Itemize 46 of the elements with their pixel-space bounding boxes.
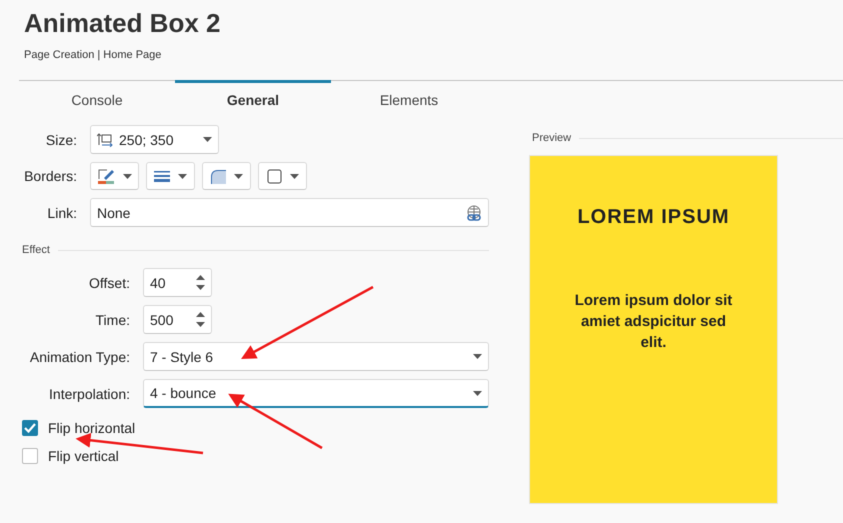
border-style-button[interactable] [146, 162, 195, 190]
caret-icon [473, 390, 482, 396]
field-label: Interpolation: [48, 386, 130, 402]
checkbox[interactable] [22, 420, 38, 436]
line-style-icon [154, 170, 170, 182]
square-icon [266, 168, 282, 184]
field-label: Link: [46, 204, 77, 220]
field-label: Time: [94, 312, 130, 328]
preview-text: Lorem ipsum dolor sit amiet adspicitur sed elit. [574, 291, 734, 353]
globe-link-icon [466, 204, 482, 220]
section-title: Effect [22, 244, 50, 256]
field-label: Borders: [23, 168, 77, 184]
caret-icon [473, 354, 482, 359]
spin-arrows-icon [196, 312, 205, 327]
page-title: Animated Box 2 [24, 8, 222, 38]
caret-icon [290, 174, 298, 178]
tab[interactable]: Elements [331, 80, 487, 117]
checkbox-label: Flip horizontal [48, 420, 136, 436]
resize-icon [97, 132, 113, 146]
caret-icon [122, 174, 132, 178]
checkbox-label: Flip vertical [48, 448, 119, 464]
section-title: Preview [532, 132, 572, 144]
link-field[interactable]: None [90, 198, 489, 227]
dropdown[interactable]: 4 - bounce [143, 379, 489, 408]
border-shadow-button[interactable] [258, 162, 307, 190]
dropdown[interactable]: 7 - Style 6 [143, 342, 489, 371]
tab[interactable]: General [175, 80, 331, 117]
field-label: Offset: [88, 274, 130, 290]
number-spinner[interactable]: 40 [143, 268, 212, 297]
spin-arrows-icon [196, 275, 205, 290]
rounded-corner-icon [210, 168, 226, 184]
caret-icon [234, 174, 242, 178]
border-radius-button[interactable] [202, 162, 251, 190]
breadcrumb: Page Creation | Home Page [24, 49, 162, 61]
check-icon [24, 423, 36, 433]
number-spinner[interactable]: 500 [143, 305, 212, 334]
field-label: Animation Type: [28, 348, 130, 364]
field-label: Size: [44, 132, 77, 148]
caret-icon [203, 137, 212, 142]
border-color-button[interactable] [90, 162, 139, 190]
tab[interactable]: Console [19, 80, 175, 117]
size-dropdown[interactable]: 250; 350 [90, 125, 219, 154]
pen-color-icon [98, 168, 114, 184]
checkbox[interactable] [22, 448, 38, 464]
preview-heading: LOREM IPSUM [577, 206, 730, 229]
caret-icon [178, 174, 187, 178]
